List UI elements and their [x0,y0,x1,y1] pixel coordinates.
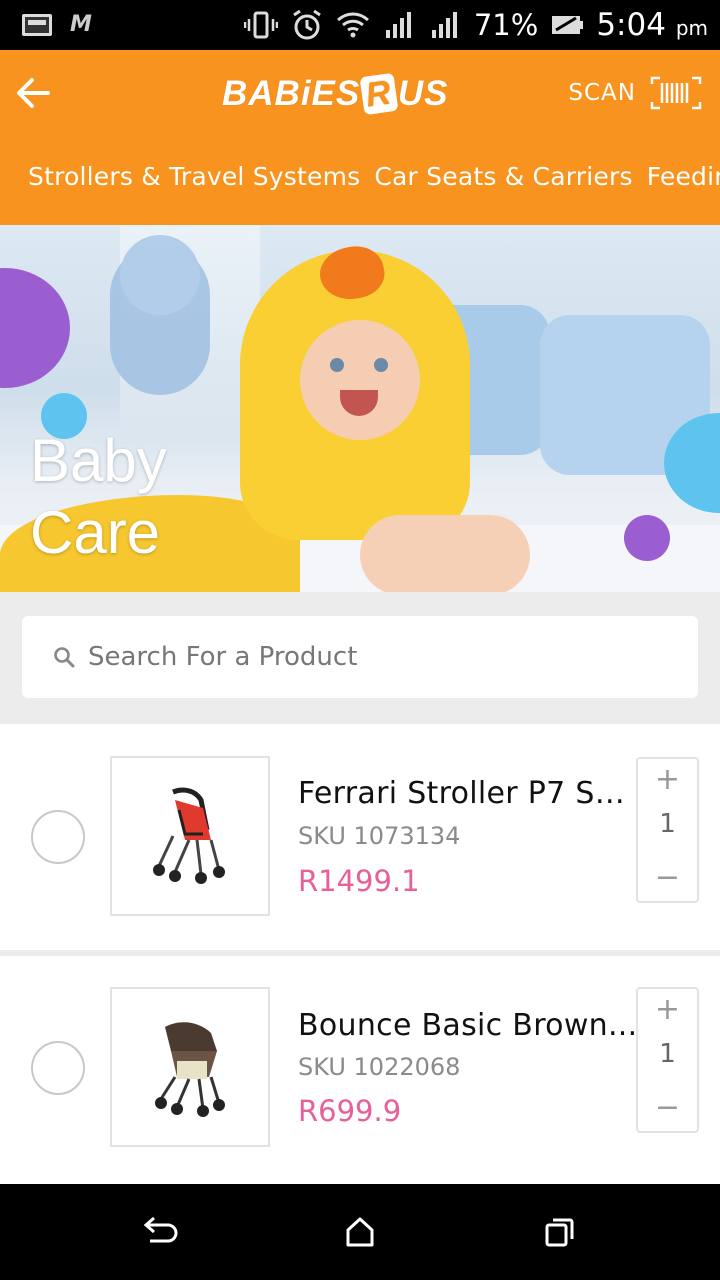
status-bar-right: 71% 5:04 pm [243,0,708,50]
status-bar-left: M [22,12,92,37]
stroller-brown-image [155,1022,225,1117]
signal-1-icon [385,12,411,38]
brand-logo-mark: R [359,72,399,116]
search-input[interactable] [88,642,648,672]
hero-banner: Baby Care [0,225,720,592]
hero-teddy-bear [110,235,210,395]
product-select-radio[interactable] [31,810,85,864]
stroller-red-image [153,787,225,884]
product-sku: SKU 1022068 [298,1053,461,1081]
vibrate-icon [243,11,278,39]
clock: 5:04 pm [596,7,708,43]
product-image[interactable] [110,756,270,916]
quantity-decrease-button[interactable]: − [638,857,697,897]
clock-time: 5:04 [596,7,666,43]
tab-car-seats[interactable]: Car Seats & Carriers [374,162,632,191]
category-tabs: Strollers & Travel Systems Car Seats & C… [0,138,720,225]
hero-baby-eye [374,358,388,372]
category-track: Strollers & Travel Systems Car Seats & C… [28,162,720,191]
quantity-value: 1 [659,1039,676,1069]
alarm-icon [293,9,321,40]
hero-baby-legs [360,515,530,592]
scan-button[interactable]: SCAN [568,70,702,116]
product-price: R699.9 [298,1094,402,1128]
search-box[interactable] [22,616,698,698]
signal-2-icon [431,12,457,38]
battery-percent: 71% [473,8,539,42]
carrier-app-icon: M [70,12,92,37]
clock-suffix: pm [675,16,708,40]
quantity-increase-button[interactable]: + [638,989,697,1029]
hero-baby-eye [330,358,344,372]
arrow-left-icon [17,78,50,108]
brand-logo-text: BABiES [222,74,361,113]
product-list: Ferrari Stroller P7 Su... SKU 1073134 R1… [0,724,720,1184]
nav-home-icon [346,1217,374,1247]
product-price: R1499.1 [298,864,420,898]
battery-icon [552,16,584,34]
nav-back-button[interactable] [136,1208,184,1256]
hero-title: Baby Care [30,427,167,566]
hero-baby-mouth [340,390,378,416]
quantity-decrease-button[interactable]: − [638,1087,697,1127]
product-row[interactable]: Bounce Basic Brown... SKU 1022068 R699.9… [0,956,720,1184]
product-name[interactable]: Ferrari Stroller P7 Su... [298,776,640,811]
tab-feeding[interactable]: Feeding [647,162,720,191]
decor-bubble-purple [624,515,670,561]
status-bar: M 71% 5:04 pm [0,0,720,50]
quantity-increase-button[interactable]: + [638,759,697,799]
app-bar: BABiES R US SCAN [0,50,720,138]
nav-back-icon [143,1216,178,1243]
nav-home-button[interactable] [336,1208,384,1256]
system-nav-bar [0,1184,720,1280]
quantity-stepper: + 1 − [636,987,699,1133]
search-section [0,592,720,724]
tab-strollers[interactable]: Strollers & Travel Systems [28,162,360,191]
product-row[interactable]: Ferrari Stroller P7 Su... SKU 1073134 R1… [0,724,720,950]
nav-recent-apps-icon [545,1218,574,1247]
quantity-value: 1 [659,809,676,839]
product-select-radio[interactable] [31,1041,85,1095]
decor-bubble-purple [0,268,70,388]
back-button[interactable] [10,70,56,116]
hero-baby-face [300,320,420,440]
message-notification-icon [22,13,52,36]
product-name[interactable]: Bounce Basic Brown... [298,1008,640,1043]
product-sku: SKU 1073134 [298,822,461,850]
brand-logo-tail: US [397,74,449,113]
quantity-stepper: + 1 − [636,757,699,903]
brand-logo: BABiES R US [222,72,449,116]
nav-recent-apps-button[interactable] [536,1208,584,1256]
product-image[interactable] [110,987,270,1147]
search-icon [54,647,75,668]
scan-label: SCAN [568,80,636,106]
barcode-icon [650,76,702,110]
wifi-icon [336,12,369,38]
